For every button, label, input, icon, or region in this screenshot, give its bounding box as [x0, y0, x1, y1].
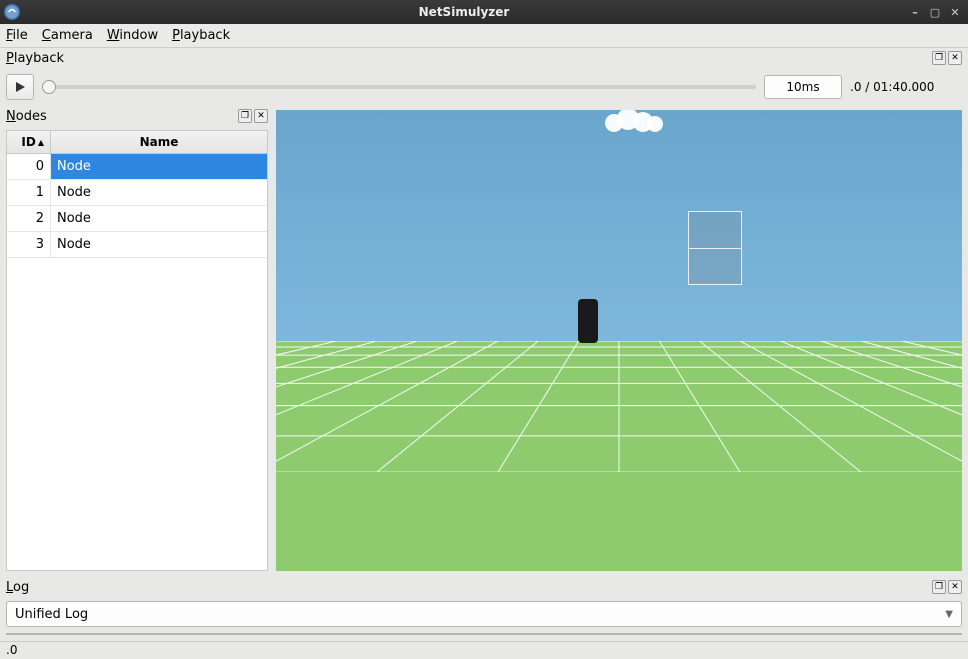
log-panel-close-button[interactable]: ✕ — [948, 580, 962, 594]
scene-object-building-glass — [688, 211, 742, 285]
playback-panel-float-button[interactable]: ❐ — [932, 51, 946, 65]
log-panel-header: Log ❐ ✕ — [0, 577, 968, 597]
log-panel-float-button[interactable]: ❐ — [932, 580, 946, 594]
sort-asc-icon: ▲ — [38, 138, 44, 147]
node-id-cell: 2 — [7, 206, 51, 231]
table-row[interactable]: 1Node — [7, 180, 267, 206]
node-id-cell: 1 — [7, 180, 51, 205]
window-title: NetSimulyzer — [20, 5, 908, 19]
window-minimize-button[interactable]: – — [908, 5, 922, 19]
window-close-button[interactable]: ✕ — [948, 5, 962, 19]
chevron-down-icon: ▼ — [945, 609, 953, 620]
nodes-panel-title: Nodes — [6, 109, 238, 124]
nodes-panel-header: Nodes ❐ ✕ — [0, 106, 274, 126]
nodes-col-name-header[interactable]: Name — [51, 131, 267, 153]
nodes-panel-float-button[interactable]: ❐ — [238, 109, 252, 123]
menu-file[interactable]: File — [6, 28, 28, 43]
playback-panel-header: Playback ❐ ✕ — [0, 48, 968, 68]
sky — [276, 110, 962, 341]
time-total: 01:40.000 — [873, 80, 934, 94]
node-id-cell: 3 — [7, 232, 51, 257]
window-maximize-button[interactable]: ▢ — [928, 5, 942, 19]
menu-window[interactable]: Window — [107, 28, 158, 43]
node-name-cell: Node — [51, 232, 267, 257]
status-bar: .0 — [0, 641, 968, 659]
log-text-area[interactable] — [6, 633, 962, 635]
play-button[interactable] — [6, 74, 34, 100]
cloud-decoration — [605, 110, 665, 130]
nodes-table-body: 0Node1Node2Node3Node — [7, 154, 267, 570]
nodes-col-id-header[interactable]: ID▲ — [7, 131, 51, 153]
time-current: .0 — [850, 80, 861, 94]
table-row[interactable]: 2Node — [7, 206, 267, 232]
table-row[interactable]: 3Node — [7, 232, 267, 258]
node-name-cell: Node — [51, 154, 267, 179]
ground-grid — [276, 341, 962, 472]
playback-panel-close-button[interactable]: ✕ — [948, 51, 962, 65]
log-panel-title: Log — [6, 580, 932, 595]
nodes-table-header: ID▲ Name — [7, 131, 267, 154]
node-name-cell: Node — [51, 180, 267, 205]
step-size-input[interactable]: 10ms — [764, 75, 842, 99]
table-row[interactable]: 0Node — [7, 154, 267, 180]
log-source-select[interactable]: Unified Log ▼ — [6, 601, 962, 627]
menu-bar: File Camera Window Playback — [0, 24, 968, 48]
play-icon — [14, 81, 26, 93]
app-icon — [4, 4, 20, 20]
log-panel: Log ❐ ✕ Unified Log ▼ — [0, 577, 968, 641]
nodes-panel-close-button[interactable]: ✕ — [254, 109, 268, 123]
node-id-cell: 0 — [7, 154, 51, 179]
time-readout: .0 / 01:40.000 — [850, 80, 962, 94]
menu-camera[interactable]: Camera — [42, 28, 93, 43]
timeline-slider[interactable] — [42, 85, 756, 89]
playback-panel-title: Playback — [6, 51, 932, 66]
menu-playback[interactable]: Playback — [172, 28, 230, 43]
viewport-3d[interactable] — [276, 110, 962, 571]
nodes-panel: Nodes ❐ ✕ ID▲ Name 0Node1Node2Node3Node — [0, 106, 274, 577]
window-titlebar: NetSimulyzer – ▢ ✕ — [0, 0, 968, 24]
node-name-cell: Node — [51, 206, 267, 231]
timeline-thumb[interactable] — [42, 80, 56, 94]
scene-object-tower-dark — [578, 299, 598, 343]
log-source-selected: Unified Log — [15, 607, 945, 622]
playback-panel: Playback ❐ ✕ 10ms .0 / 01:40.000 — [0, 48, 968, 106]
status-text: .0 — [6, 643, 17, 657]
